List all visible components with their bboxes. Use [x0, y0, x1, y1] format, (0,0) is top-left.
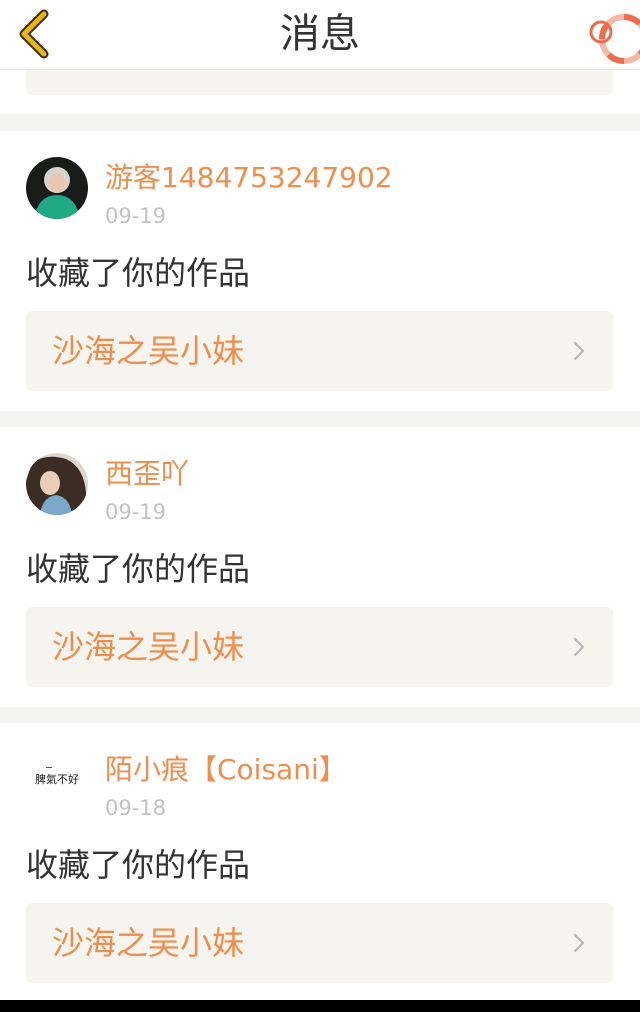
username-link[interactable]: 陌小痕【Coisani】: [105, 751, 347, 789]
avatar[interactable]: [26, 157, 88, 219]
work-title: 沙海之吴小妹: [52, 924, 245, 962]
action-text: 收藏了你的作品: [26, 846, 251, 884]
message-date: 09-19: [105, 500, 167, 524]
message-date: 09-18: [105, 796, 167, 820]
username-link[interactable]: 游客1484753247902: [105, 159, 393, 197]
work-title: 沙海之吴小妹: [52, 628, 245, 666]
lifebuoy-icon: [589, 14, 640, 64]
chevron-right-icon: [573, 933, 585, 953]
work-link[interactable]: 沙海之吴小妹: [26, 903, 613, 983]
work-link[interactable]: 沙海之吴小妹: [26, 311, 613, 391]
message-card: 游客1484753247902 09-19 收藏了你的作品 沙海之吴小妹: [0, 131, 640, 411]
chevron-right-icon: [573, 341, 585, 361]
work-link[interactable]: 沙海之吴小妹: [26, 607, 613, 687]
avatar-mark: [46, 767, 52, 768]
avatar[interactable]: 脾氣不好: [26, 749, 88, 811]
top-bar: 消息: [0, 0, 640, 70]
work-title: 沙海之吴小妹: [52, 332, 245, 370]
system-navigation-bar: [0, 1000, 640, 1012]
avatar[interactable]: [26, 453, 88, 515]
chevron-right-icon: [573, 637, 585, 657]
avatar-text: 脾氣不好: [35, 773, 79, 786]
action-text: 收藏了你的作品: [26, 550, 251, 588]
message-date: 09-19: [105, 204, 167, 228]
previous-work-link[interactable]: [26, 70, 613, 95]
message-card: 脾氣不好 陌小痕【Coisani】 09-18 收藏了你的作品 沙海之吴小妹: [0, 723, 640, 1003]
previous-message-card: [0, 70, 640, 114]
action-text: 收藏了你的作品: [26, 254, 251, 292]
page-title: 消息: [280, 11, 360, 57]
message-card: 西歪吖 09-19 收藏了你的作品 沙海之吴小妹: [0, 427, 640, 707]
username-link[interactable]: 西歪吖: [105, 455, 189, 493]
help-button[interactable]: [588, 10, 640, 64]
